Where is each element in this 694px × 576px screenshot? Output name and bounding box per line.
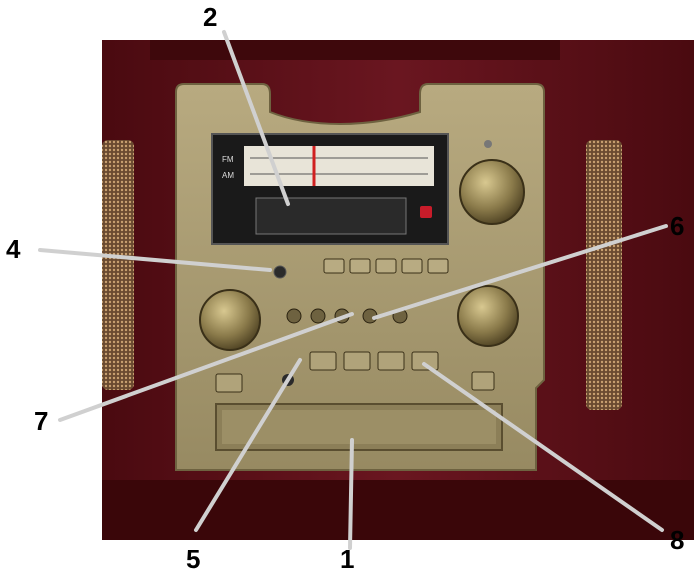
preset-button-4[interactable] [401,258,423,274]
right-speaker-grille [586,140,622,410]
lcd-display [255,197,407,235]
callout-2: 2 [203,2,218,32]
left-speaker-grille [102,140,134,390]
right-side-button[interactable] [471,371,495,391]
callout-5: 5 [186,544,201,574]
power-led [484,140,492,148]
callout-8: 8 [670,525,685,555]
svg-text:FM: FM [222,155,234,164]
preset-button-1[interactable] [323,258,345,274]
callout-6: 6 [670,211,685,241]
pointer-line-1 [348,438,354,550]
stereo-photo: FM AM [38,30,694,550]
top-trim [150,40,560,60]
cd-button-2[interactable] [343,351,371,371]
remote-sensor [420,206,432,218]
preset-button-2[interactable] [349,258,371,274]
preset-button-3[interactable] [375,258,397,274]
callout-4: 4 [6,234,21,264]
function-knob[interactable] [457,285,519,347]
callout-1: 1 [340,544,355,574]
cd-button-4[interactable] [411,351,439,371]
volume-knob[interactable] [199,289,261,351]
svg-text:AM: AM [222,171,234,180]
preset-button-5[interactable] [427,258,449,274]
cd-button-3[interactable] [377,351,405,371]
tuning-knob[interactable] [459,159,525,225]
round-button-1[interactable] [286,308,302,324]
left-side-button[interactable] [215,373,243,393]
aux-input-jack[interactable] [273,265,287,279]
callout-7: 7 [34,406,49,436]
round-button-2[interactable] [310,308,326,324]
cd-button-1[interactable] [309,351,337,371]
